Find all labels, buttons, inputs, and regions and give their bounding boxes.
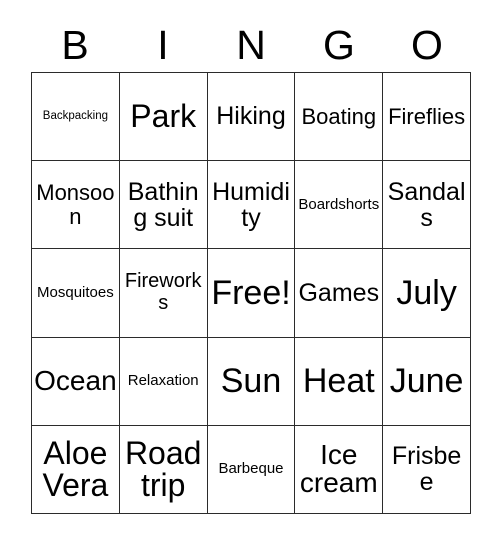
bingo-cell[interactable]: Road trip <box>119 425 208 514</box>
bingo-cell[interactable]: Sandals <box>383 161 471 250</box>
bingo-cell-label: Hiking <box>216 102 286 131</box>
bingo-cell[interactable]: July <box>383 249 471 338</box>
bingo-cell-free[interactable]: Free! <box>207 249 296 338</box>
bingo-cell-label: Boardshorts <box>298 195 380 213</box>
bingo-cell[interactable]: Fireworks <box>119 249 208 338</box>
bingo-cell[interactable]: Heat <box>295 337 384 426</box>
bingo-cell[interactable]: Monsoon <box>32 161 120 250</box>
bingo-cell[interactable]: Bathing suit <box>119 161 208 250</box>
bingo-cell-label: Barbeque <box>218 460 284 478</box>
bingo-cell[interactable]: Relaxation <box>119 337 208 426</box>
bingo-cell-label: Fireworks <box>124 270 202 314</box>
bingo-cell[interactable]: June <box>383 337 471 426</box>
bingo-cell-label: Backpacking <box>42 109 108 122</box>
bingo-cell-label: Relaxation <box>127 371 199 389</box>
bingo-cell-label: Ice cream <box>299 438 378 499</box>
bingo-cell[interactable]: Ocean <box>32 337 120 426</box>
header-letter-o: O <box>411 22 443 68</box>
bingo-cell[interactable]: Backpacking <box>32 73 120 162</box>
bingo-cell-label: Sun <box>220 362 282 401</box>
bingo-cell-label: Boating <box>301 103 377 129</box>
bingo-cell-label: Aloe Vera <box>42 434 109 504</box>
bingo-header: B I N G O <box>31 16 471 68</box>
bingo-cell[interactable]: Park <box>119 73 208 162</box>
bingo-cell[interactable]: Sun <box>207 337 296 426</box>
bingo-cell[interactable]: Barbeque <box>207 425 296 514</box>
header-letter-i: I <box>157 22 169 68</box>
bingo-card: B I N G O Backpacking Park Hiking Boating Fi… <box>0 0 500 544</box>
bingo-cell-label: Games <box>298 278 380 307</box>
bingo-cell-label: June <box>389 362 464 401</box>
bingo-cell[interactable]: Fireflies <box>383 73 471 162</box>
bingo-cell-label: Monsoon <box>36 180 115 229</box>
bingo-cell[interactable]: Hiking <box>207 73 296 162</box>
header-letter-b: B <box>61 22 89 68</box>
bingo-cell-label: Road trip <box>124 434 202 504</box>
bingo-cell[interactable]: Ice cream <box>295 425 384 514</box>
bingo-cell-label: July <box>396 273 457 312</box>
bingo-grid: Backpacking Park Hiking Boating Fireflies Mon… <box>31 72 471 514</box>
header-letter-g: G <box>323 22 355 68</box>
bingo-cell[interactable]: Frisbee <box>383 425 471 514</box>
header-letter-n: N <box>236 22 266 68</box>
bingo-cell[interactable]: Boardshorts <box>295 161 384 250</box>
bingo-cell-label: Ocean <box>34 364 117 396</box>
bingo-cell-label: Fireflies <box>388 103 466 129</box>
bingo-cell[interactable]: Games <box>295 249 384 338</box>
bingo-cell-label: Frisbee <box>391 442 462 497</box>
bingo-cell[interactable]: Mosquitoes <box>32 249 120 338</box>
bingo-cell-label: Sandals <box>387 177 466 232</box>
bingo-cell[interactable]: Boating <box>295 73 384 162</box>
bingo-cell-label: Mosquitoes <box>37 283 114 301</box>
bingo-cell[interactable]: Aloe Vera <box>32 425 120 514</box>
bingo-cell-label: Free! <box>211 273 291 312</box>
bingo-cell-label: Bathing suit <box>127 177 199 232</box>
bingo-cell-label: Humidity <box>212 177 290 232</box>
bingo-cell-label: Heat <box>302 362 375 401</box>
bingo-cell-label: Park <box>130 98 197 135</box>
bingo-cell[interactable]: Humidity <box>207 161 296 250</box>
